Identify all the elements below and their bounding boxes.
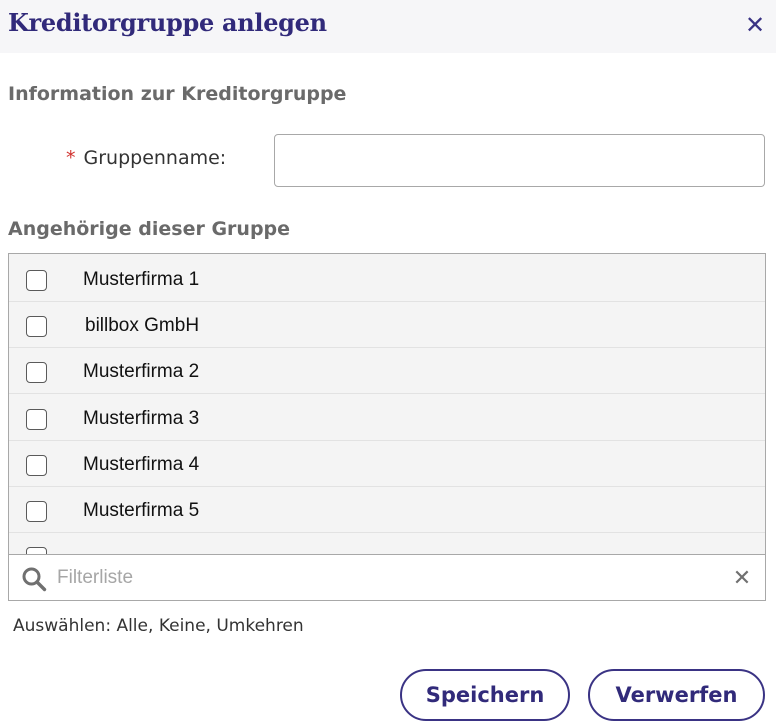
search-icon [22,567,47,592]
list-item[interactable]: Musterfirma 2 [9,348,765,394]
members-section-title: Angehörige dieser Gruppe [8,218,291,240]
select-none-link[interactable]: Keine [159,616,206,636]
member-label: Musterfirma 3 [83,408,200,429]
list-item[interactable]: billbox GmbH [9,302,765,348]
list-item-partial[interactable] [9,533,765,554]
list-item[interactable]: Musterfirma 3 [9,395,765,441]
dialog-header: Kreditorgruppe anlegen ✕ [0,0,776,53]
discard-button[interactable]: Verwerfen [588,669,765,721]
member-label: Musterfirma 1 [83,269,200,290]
list-item[interactable]: Musterfirma 1 [9,256,765,302]
save-button[interactable]: Speichern [400,669,570,721]
member-checkbox[interactable] [26,362,47,383]
select-prefix: Auswählen: [13,616,112,636]
members-list-scroll[interactable]: Musterfirma 1 billbox GmbH Musterfirma 2… [9,254,765,554]
separator: , [148,616,154,636]
group-name-label-text: Gruppenname: [83,147,227,169]
filter-row: ✕ [9,555,765,600]
select-row: Auswählen: Alle, Keine, Umkehren [13,616,304,636]
select-invert-link[interactable]: Umkehren [216,616,303,636]
group-name-input[interactable] [274,134,765,187]
separator: , [205,616,211,636]
close-icon[interactable]: ✕ [740,10,770,40]
group-name-label: * Gruppenname: [66,147,226,169]
member-checkbox[interactable] [26,455,47,476]
member-checkbox[interactable] [26,501,47,522]
member-checkbox[interactable] [26,547,47,554]
info-section-title: Information zur Kreditorgruppe [8,83,347,105]
member-checkbox[interactable] [26,316,47,337]
member-checkbox[interactable] [26,409,47,430]
member-label: Musterfirma 5 [83,500,200,521]
member-label: billbox GmbH [85,315,200,336]
clear-filter-icon[interactable]: ✕ [727,563,757,593]
list-item[interactable]: Musterfirma 4 [9,441,765,487]
member-label: Musterfirma 4 [83,454,200,475]
member-checkbox[interactable] [26,270,47,291]
list-item[interactable]: Musterfirma 5 [9,487,765,533]
member-label: Musterfirma 2 [83,361,200,382]
members-list: Musterfirma 1 billbox GmbH Musterfirma 2… [8,253,766,601]
required-marker: * [66,147,76,169]
select-all-link[interactable]: Alle [116,616,148,636]
filter-input[interactable] [57,561,717,595]
dialog-title: Kreditorgruppe anlegen [8,8,327,37]
